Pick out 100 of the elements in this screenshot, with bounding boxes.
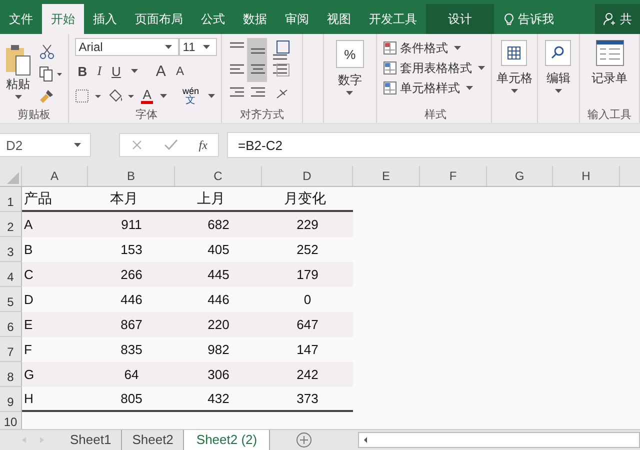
ribbon-tab[interactable]: 插入 xyxy=(84,4,126,34)
caret-icon[interactable] xyxy=(14,95,22,99)
sheet-tab[interactable]: Sheet2 (2) xyxy=(184,430,270,450)
column-header[interactable]: F xyxy=(420,166,487,186)
form-icon xyxy=(596,40,624,66)
ribbon-tab[interactable]: 数据 xyxy=(234,4,276,34)
copy-icon[interactable] xyxy=(39,66,63,82)
table-cell: 306 xyxy=(175,362,262,387)
font-style-button[interactable]: I xyxy=(94,63,105,79)
paintbrush-icon[interactable] xyxy=(39,88,55,104)
column-header[interactable]: A xyxy=(22,166,88,186)
paste-button[interactable]: 粘贴 xyxy=(3,44,33,101)
lightbulb-icon xyxy=(504,12,514,26)
shrink-font-button[interactable]: A xyxy=(172,64,187,78)
caret-icon xyxy=(478,66,485,70)
ribbon-tab[interactable]: 公式 xyxy=(192,4,234,34)
table-cell: 432 xyxy=(175,387,262,412)
table-cell: 682 xyxy=(175,212,262,237)
row-header[interactable]: 1 xyxy=(0,187,22,212)
font-size-dropdown[interactable]: 11 xyxy=(178,38,217,56)
row-header[interactable]: 2 xyxy=(0,212,22,237)
sheet-tab[interactable]: Sheet1 xyxy=(60,430,122,450)
formula-field[interactable]: =B2-C2 xyxy=(227,132,640,158)
phonetic-guide-button[interactable]: wén 文 xyxy=(180,87,201,105)
row-header[interactable]: 5 xyxy=(0,287,22,312)
name-box[interactable]: D2 xyxy=(0,133,91,157)
table-cell: 445 xyxy=(175,262,262,287)
ribbon-tab[interactable]: 审阅 xyxy=(276,4,318,34)
caret-icon xyxy=(466,86,473,90)
caret-icon[interactable] xyxy=(346,91,354,95)
scissors-icon[interactable] xyxy=(39,44,55,60)
caret-icon[interactable] xyxy=(164,45,172,49)
group-label: 样式 xyxy=(423,108,448,123)
caret-icon[interactable] xyxy=(554,89,562,93)
borders-icon[interactable] xyxy=(74,89,103,103)
tell-me-button[interactable]: 告诉我 xyxy=(494,4,564,34)
fill-bucket-icon[interactable] xyxy=(106,88,137,104)
style-menu-button[interactable]: 套用表格格式 xyxy=(382,58,488,78)
font-color-button[interactable]: A xyxy=(140,88,154,104)
checkmark-icon[interactable] xyxy=(164,139,178,151)
person-add-icon xyxy=(603,12,617,26)
table-cell-text: F xyxy=(23,341,33,359)
ribbon-tab[interactable]: 视图 xyxy=(318,4,360,34)
table-cell: C xyxy=(22,262,88,287)
grow-font-button[interactable]: A xyxy=(152,62,169,80)
ribbon-tab[interactable]: 开发工具 xyxy=(360,4,426,34)
caret-icon[interactable] xyxy=(202,45,210,49)
caret-icon[interactable] xyxy=(74,143,81,147)
table-cell: 373 xyxy=(262,387,353,412)
table-cell-text: 405 xyxy=(206,241,230,259)
font-name-dropdown[interactable]: Arial xyxy=(74,38,179,56)
caret-icon[interactable] xyxy=(208,94,215,98)
row-header[interactable]: 10 xyxy=(0,412,22,429)
table-cell: E xyxy=(22,312,88,337)
row-header[interactable]: 4 xyxy=(0,262,22,287)
table-cell: 229 xyxy=(262,212,353,237)
table-cell: 242 xyxy=(262,362,353,387)
ribbon-tab[interactable]: 文件 xyxy=(0,4,42,34)
table-cell-text: D xyxy=(23,291,34,309)
column-header[interactable]: H xyxy=(553,166,620,186)
table-cell: 647 xyxy=(262,312,353,337)
column-header[interactable]: C xyxy=(175,166,262,186)
table-cell-text: B xyxy=(23,241,34,259)
table-cell-text: 446 xyxy=(206,291,230,309)
ribbon-tab[interactable]: 页面布局 xyxy=(126,4,192,34)
column-header[interactable]: B xyxy=(88,166,175,186)
ribbon-tab[interactable]: 设计 xyxy=(426,4,494,34)
style-menu-button[interactable]: 单元格样式 xyxy=(382,78,488,98)
row-header[interactable]: 6 xyxy=(0,312,22,337)
row-header[interactable]: 3 xyxy=(0,237,22,262)
caret-icon[interactable] xyxy=(130,69,138,73)
font-style-button[interactable]: B xyxy=(74,64,90,78)
row-header[interactable]: 8 xyxy=(0,362,22,387)
row-header[interactable]: 7 xyxy=(0,337,22,362)
table-cell: H xyxy=(22,387,88,412)
form-button[interactable]: 记录单 xyxy=(592,70,628,87)
table-cell-text: 153 xyxy=(120,241,144,259)
column-header[interactable]: E xyxy=(353,166,420,186)
column-header[interactable]: G xyxy=(487,166,553,186)
insert-function-button[interactable]: fx xyxy=(198,138,208,152)
editing-button[interactable]: 编辑 xyxy=(546,70,570,87)
caret-icon[interactable] xyxy=(510,89,518,93)
font-style-button[interactable]: U xyxy=(108,64,124,78)
number-format-button[interactable]: 数字 xyxy=(338,72,362,89)
table-cell: G xyxy=(22,362,88,387)
share-button[interactable]: 共 xyxy=(595,4,640,34)
ribbon-tab[interactable]: 开始 xyxy=(42,4,84,34)
table-cell: 911 xyxy=(88,212,175,237)
add-sheet-icon[interactable] xyxy=(296,432,312,448)
style-menu-button[interactable]: 条件格式 xyxy=(382,38,488,58)
group-label: 字体 xyxy=(134,108,158,123)
table-cell: 266 xyxy=(88,262,175,287)
table-style-icon xyxy=(382,41,397,55)
table-cell-text: 446 xyxy=(120,291,144,309)
cells-button[interactable]: 单元格 xyxy=(496,70,532,87)
table-cell: 805 xyxy=(88,387,175,412)
caret-icon[interactable] xyxy=(160,94,168,98)
column-header[interactable]: D xyxy=(262,166,353,186)
row-header[interactable]: 9 xyxy=(0,387,22,412)
horizontal-scrollbar[interactable] xyxy=(358,432,640,448)
